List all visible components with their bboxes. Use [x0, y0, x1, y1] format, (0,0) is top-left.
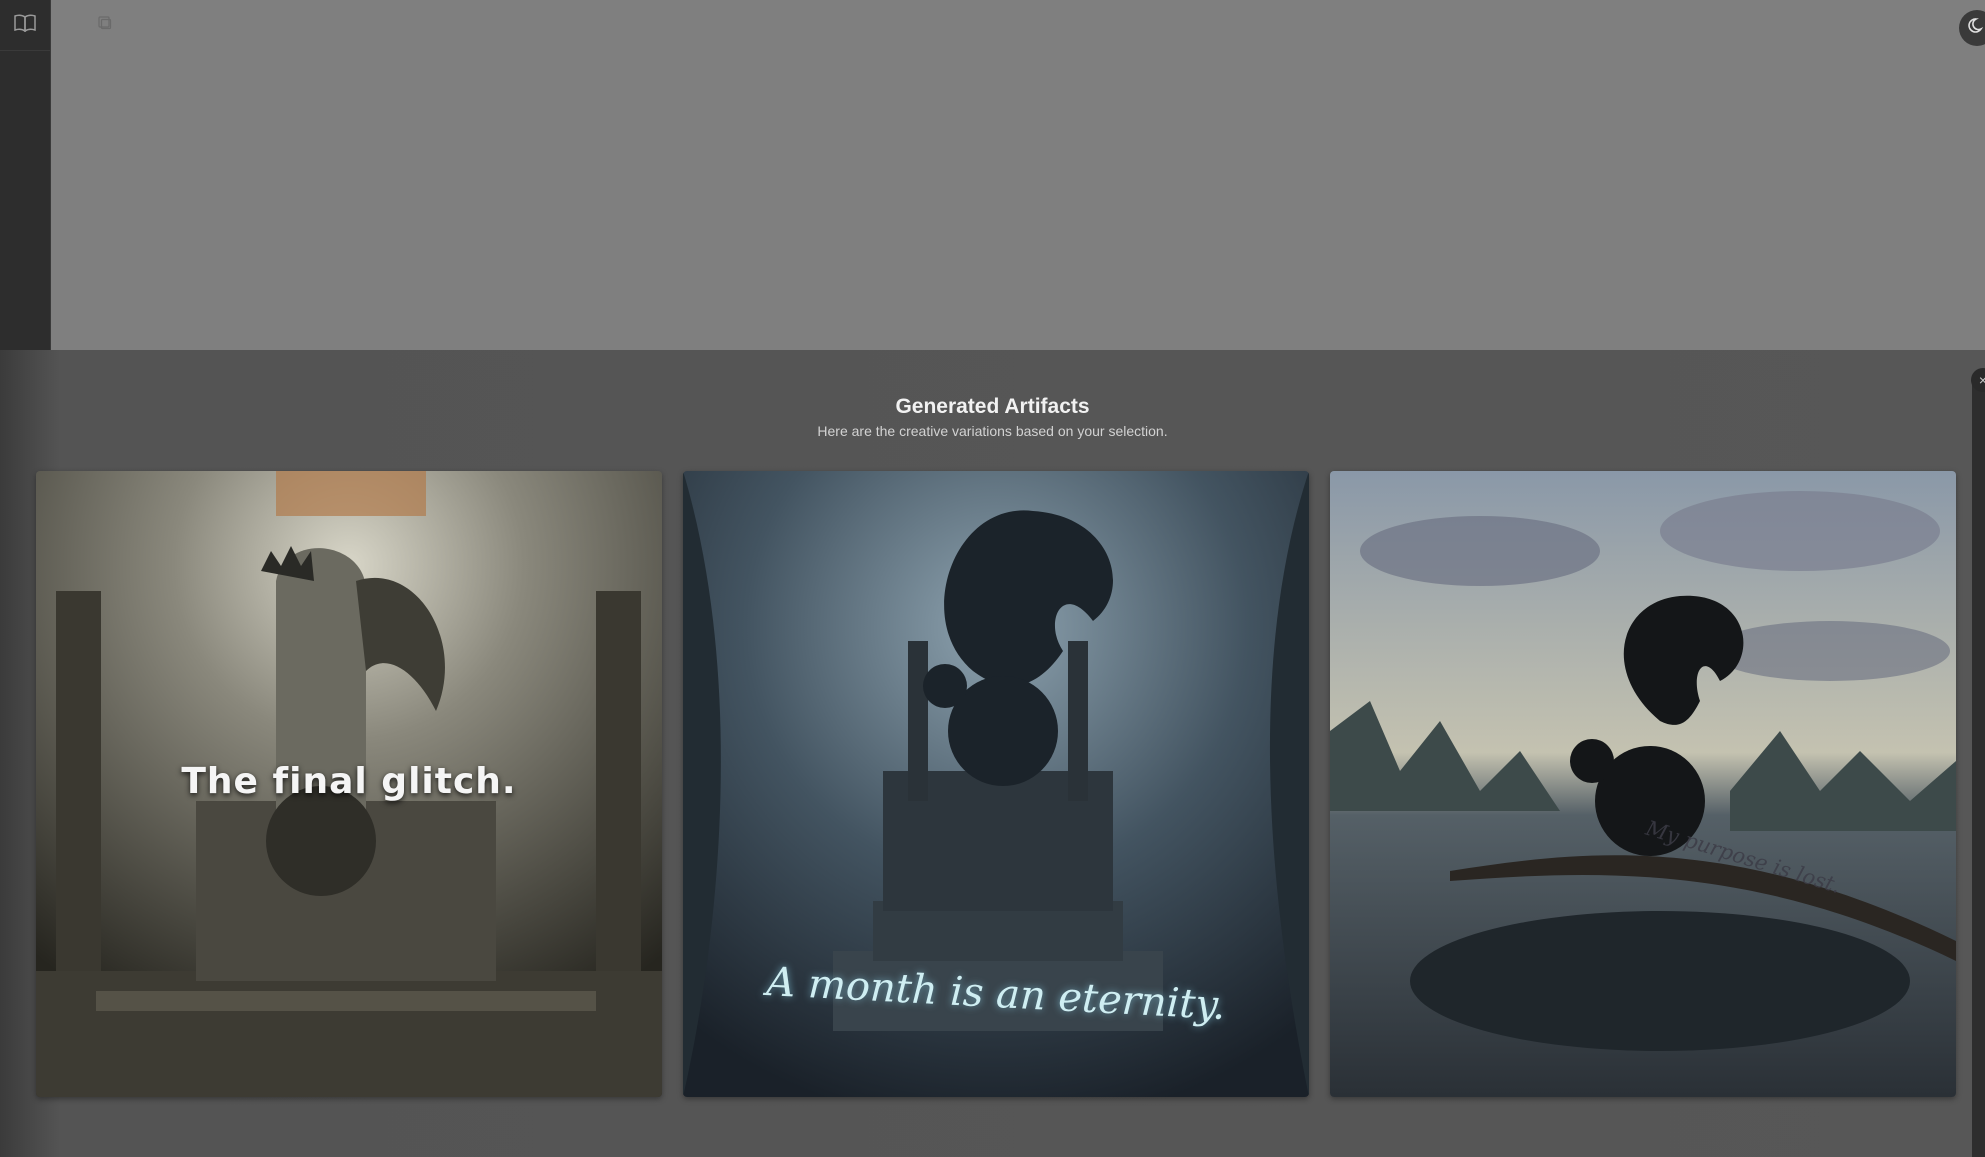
artifact-image-squirrel-branch — [1330, 471, 1956, 1097]
moon-icon — [1968, 17, 1985, 40]
artifact-card-1[interactable]: The final glitch. — [36, 471, 662, 1097]
close-icon: × — [1978, 372, 1985, 388]
artifacts-panel: × Generated Artifacts Here are the creat… — [0, 350, 1985, 1157]
artifact-card-3[interactable]: My purpose is lost. — [1330, 471, 1956, 1097]
artifact-card-2[interactable]: A month is an eternity. — [683, 471, 1309, 1097]
theme-toggle-button[interactable] — [1959, 10, 1985, 46]
panel-scrollbar[interactable] — [1972, 372, 1985, 1157]
sidebar — [0, 0, 51, 350]
artifact-caption-1: The final glitch. — [181, 761, 517, 802]
book-open-icon — [14, 14, 36, 37]
sidebar-toggle-button[interactable] — [0, 0, 50, 51]
copy-icon[interactable] — [98, 16, 112, 30]
panel-subtitle: Here are the creative variations based o… — [817, 423, 1168, 439]
panel-title: Generated Artifacts — [895, 395, 1090, 418]
